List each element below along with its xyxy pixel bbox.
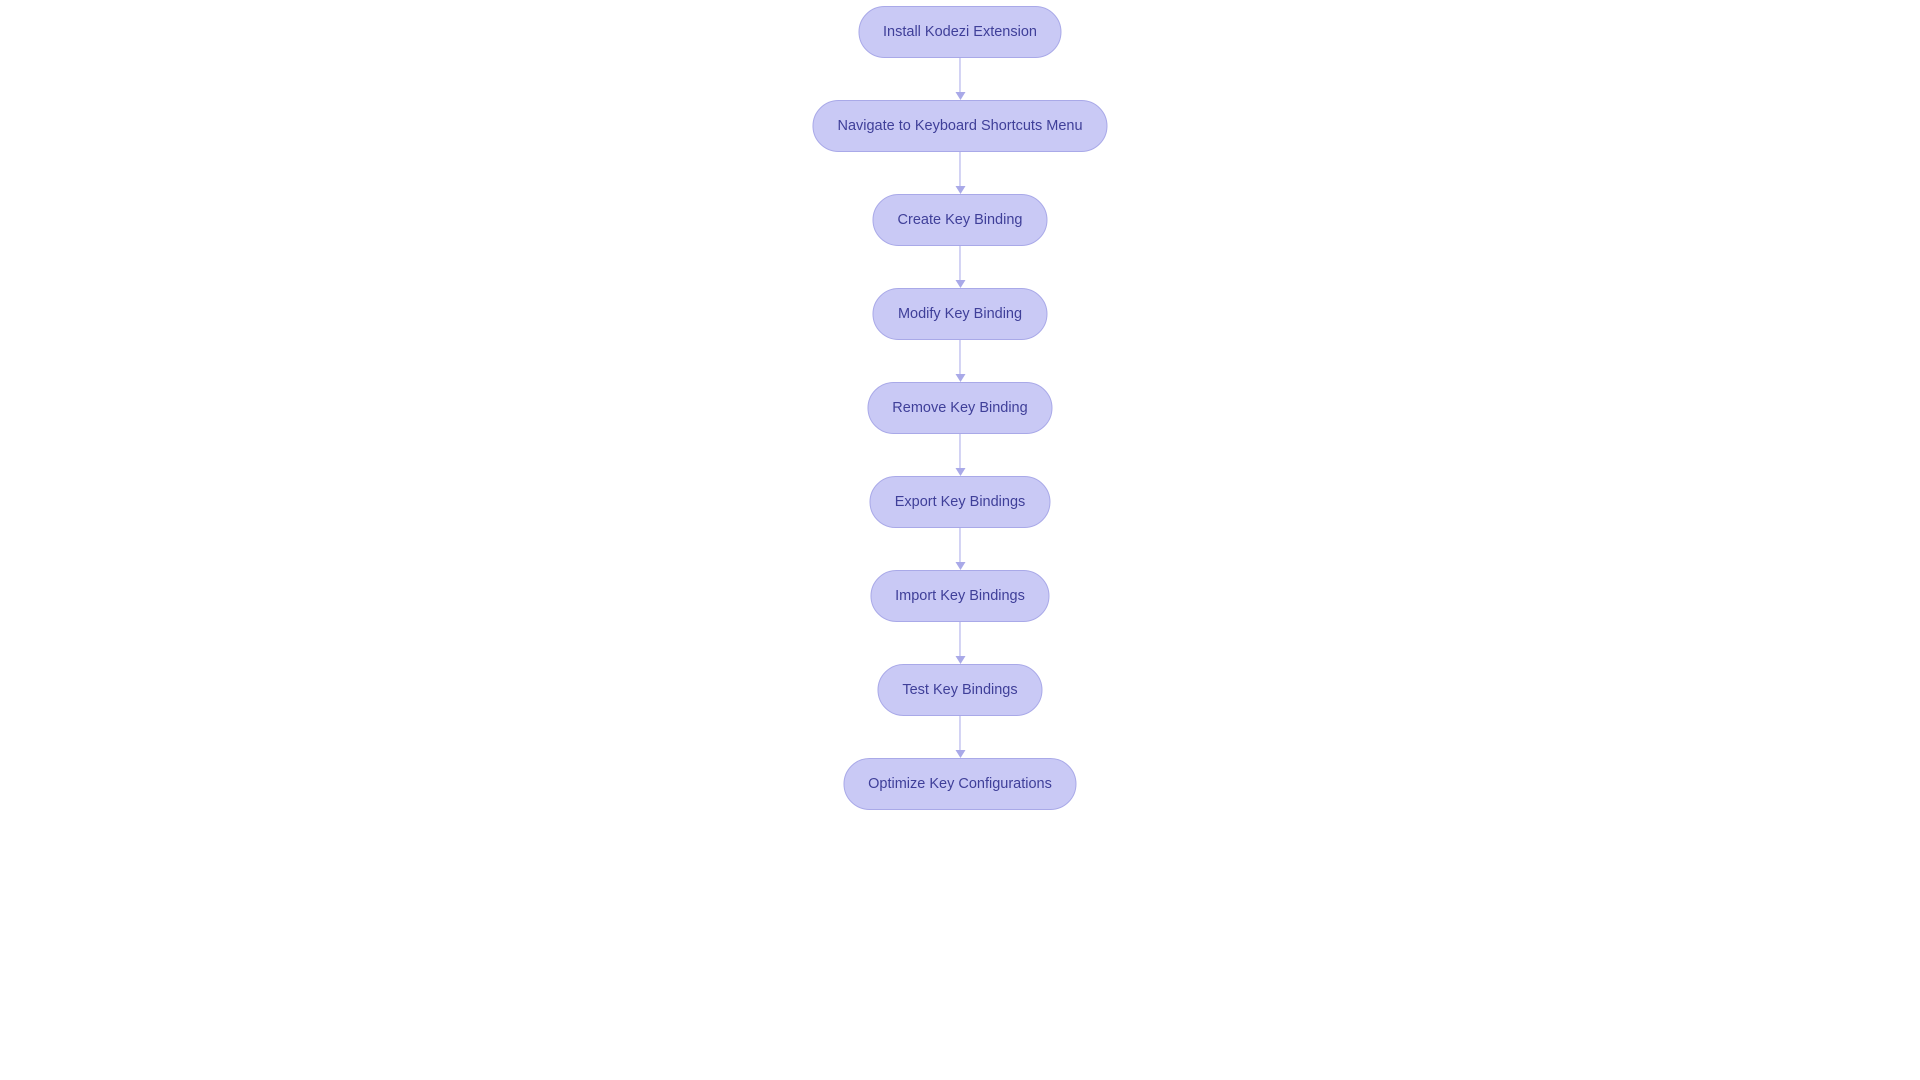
flow-node-label: Export Key Bindings: [895, 494, 1026, 510]
flow-node-import: Import Key Bindings: [870, 570, 1050, 622]
connector-line: [959, 340, 961, 374]
arrowhead-icon: [955, 92, 965, 100]
flow-node-optimize: Optimize Key Configurations: [843, 758, 1077, 810]
arrowhead-icon: [955, 562, 965, 570]
flow-connector: [955, 340, 965, 382]
connector-line: [959, 58, 961, 92]
flow-node-label: Create Key Binding: [898, 212, 1023, 228]
flow-node-label: Modify Key Binding: [898, 306, 1022, 322]
connector-line: [959, 246, 961, 280]
flowchart: Install Kodezi Extension Navigate to Key…: [812, 6, 1107, 810]
flow-connector: [955, 152, 965, 194]
flow-connector: [955, 434, 965, 476]
flow-node-create: Create Key Binding: [873, 194, 1048, 246]
arrowhead-icon: [955, 374, 965, 382]
flow-node-label: Remove Key Binding: [892, 400, 1027, 416]
connector-line: [959, 528, 961, 562]
flow-node-label: Optimize Key Configurations: [868, 776, 1052, 792]
flow-node-label: Install Kodezi Extension: [883, 24, 1037, 40]
connector-line: [959, 434, 961, 468]
connector-line: [959, 152, 961, 186]
arrowhead-icon: [955, 656, 965, 664]
arrowhead-icon: [955, 186, 965, 194]
flow-node-export: Export Key Bindings: [870, 476, 1051, 528]
flow-node-remove: Remove Key Binding: [867, 382, 1052, 434]
connector-line: [959, 622, 961, 656]
flow-connector: [955, 528, 965, 570]
flow-connector: [955, 246, 965, 288]
flow-test: Test Key Bindings: [877, 664, 1042, 716]
flow-node-install: Install Kodezi Extension: [858, 6, 1062, 58]
flow-node-label: Test Key Bindings: [902, 682, 1017, 698]
flow-connector: [955, 716, 965, 758]
flow-node-label: Navigate to Keyboard Shortcuts Menu: [837, 118, 1082, 134]
flow-connector: [955, 58, 965, 100]
arrowhead-icon: [955, 280, 965, 288]
flow-connector: [955, 622, 965, 664]
flow-node-navigate: Navigate to Keyboard Shortcuts Menu: [812, 100, 1107, 152]
connector-line: [959, 716, 961, 750]
flow-node-modify: Modify Key Binding: [873, 288, 1047, 340]
arrowhead-icon: [955, 750, 965, 758]
arrowhead-icon: [955, 468, 965, 476]
flow-node-label: Import Key Bindings: [895, 588, 1025, 604]
